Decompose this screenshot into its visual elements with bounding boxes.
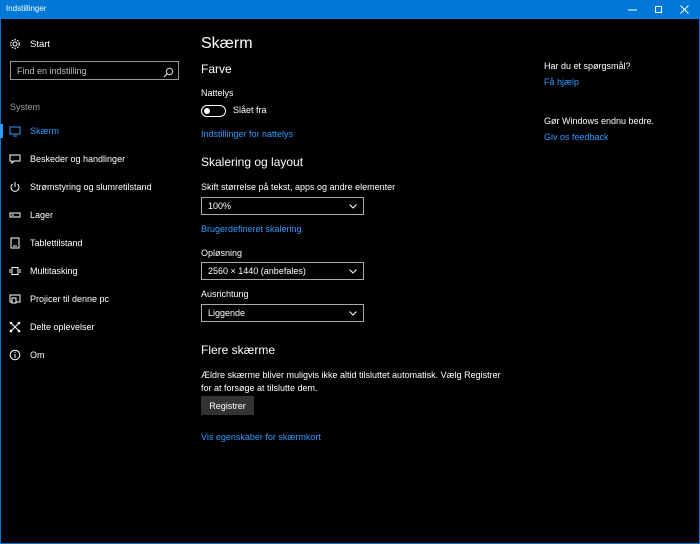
sidebar-item-about[interactable]: Om [0, 344, 190, 366]
sidebar-item-storage[interactable]: Lager [0, 204, 190, 226]
sidebar-item-label: Lager [30, 210, 54, 220]
nightlight-state: Slået fra [233, 105, 267, 115]
title-bar: Indstillinger [0, 0, 700, 19]
sidebar-item-label: Skærm [30, 126, 59, 136]
chevron-down-icon [349, 311, 357, 316]
sidebar-item-notifications[interactable]: Beskeder og handlinger [0, 148, 190, 170]
display-icon [9, 125, 21, 137]
info-icon [9, 349, 21, 361]
orientation-label: Ausrichtung [201, 289, 249, 299]
nightlight-label: Nattelys [201, 88, 234, 98]
minimize-icon [627, 9, 637, 11]
toggle-knob [204, 107, 210, 114]
feedback-link[interactable]: Giv os feedback [544, 132, 609, 142]
sidebar-item-multitasking[interactable]: Multitasking [0, 260, 190, 282]
home-link[interactable]: Start [9, 37, 50, 51]
chevron-down-icon [349, 204, 357, 209]
storage-icon [9, 209, 21, 221]
sidebar-item-label: Tablettilstand [30, 238, 83, 248]
color-heading: Farve [201, 62, 232, 76]
multitasking-icon [9, 265, 21, 277]
sidebar-item-display[interactable]: Skærm [0, 120, 190, 142]
power-icon [9, 181, 21, 193]
help-panel: Har du et spørgsmål? Få hjælp Gør Window… [544, 19, 694, 219]
sidebar: Start System Skærm Beskeder og handlinge… [0, 19, 190, 544]
sidebar-item-power[interactable]: Strømstyring og slumretilstand [0, 176, 190, 198]
home-label: Start [30, 38, 51, 50]
window-title: Indstillinger [6, 4, 47, 13]
custom-scaling-link[interactable]: Brugerdefineret skalering [201, 224, 302, 234]
share-icon [9, 321, 21, 333]
sidebar-item-label: Om [30, 350, 45, 360]
multi-display-description: Ældre skærme bliver muligvis ikke altid … [201, 370, 501, 393]
orientation-value: Liggende [208, 308, 246, 318]
orientation-dropdown[interactable]: Liggende [201, 304, 364, 322]
sidebar-item-project[interactable]: Projicer til denne pc [0, 288, 190, 310]
maximize-icon [654, 6, 662, 13]
section-label: System [10, 102, 41, 112]
question-text: Har du et spørgsmål? [544, 61, 631, 71]
sidebar-item-tablet[interactable]: Tablettilstand [0, 232, 190, 254]
active-indicator [0, 124, 3, 138]
resolution-label: Opløsning [201, 248, 243, 258]
sidebar-item-label: Multitasking [30, 266, 78, 276]
display-adapter-link[interactable]: Vis egenskaber for skærmkort [201, 432, 321, 442]
sidebar-item-label: Delte oplevelser [30, 322, 95, 332]
detect-button[interactable]: Registrer [201, 396, 254, 415]
sidebar-item-label: Strømstyring og slumretilstand [30, 182, 152, 192]
sidebar-item-shared[interactable]: Delte oplevelser [0, 316, 190, 338]
sidebar-item-label: Projicer til denne pc [30, 294, 110, 304]
nightlight-settings-link[interactable]: Indstillinger for nattelys [201, 129, 293, 139]
size-label: Skift størrelse på tekst, apps og andre … [201, 182, 396, 192]
maximize-button[interactable] [644, 0, 672, 19]
resolution-dropdown[interactable]: 2560 × 1440 (anbefales) [201, 262, 364, 280]
message-icon [9, 153, 21, 165]
multi-display-heading: Flere skærme [201, 343, 276, 357]
get-help-link[interactable]: Få hjælp [544, 77, 579, 87]
minimize-button[interactable] [618, 0, 646, 19]
project-icon [9, 293, 21, 305]
close-icon [679, 5, 689, 14]
sidebar-item-label: Beskeder og handlinger [30, 154, 126, 164]
improve-text: Gør Windows endnu bedre. [544, 116, 655, 126]
gear-icon [9, 38, 21, 50]
scale-value: 100% [208, 201, 232, 211]
scaling-heading: Skalering og layout [201, 155, 304, 169]
main-content: Skærm Farve Nattelys Slået fra Indstilli… [201, 19, 501, 544]
tablet-icon [9, 237, 21, 249]
search-box[interactable] [10, 61, 179, 80]
search-input[interactable] [11, 62, 161, 79]
nightlight-toggle[interactable] [201, 105, 226, 117]
chevron-down-icon [349, 269, 357, 274]
resolution-value: 2560 × 1440 (anbefales) [208, 266, 306, 276]
page-title: Skærm [201, 35, 253, 52]
close-button[interactable] [670, 0, 698, 19]
scale-dropdown[interactable]: 100% [201, 197, 364, 215]
search-icon[interactable] [163, 65, 174, 78]
